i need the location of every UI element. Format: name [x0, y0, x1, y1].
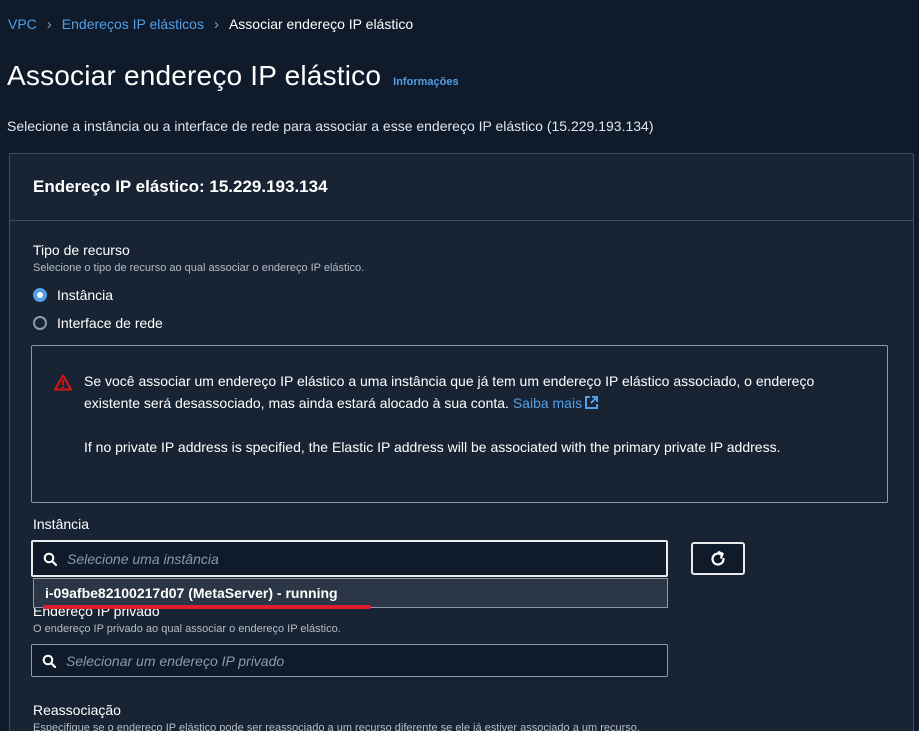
instance-dropdown: i-09afbe82100217d07 (MetaServer) - runni… [33, 578, 668, 609]
instance-search-input[interactable] [67, 550, 567, 567]
breadcrumb-current: Associar endereço IP elástico [228, 16, 414, 32]
instance-option-label: i-09afbe82100217d07 (MetaServer) - runni… [45, 585, 338, 601]
breadcrumb-vpc-link[interactable]: VPC [8, 16, 37, 32]
external-link-icon[interactable] [584, 395, 599, 410]
radio-network-interface[interactable]: Interface de rede [33, 315, 163, 331]
radio-network-interface-label: Interface de rede [57, 315, 163, 331]
alert-paragraph-2: If no private IP address is specified, t… [84, 439, 781, 455]
warning-alert: Se você associar um endereço IP elástico… [31, 345, 888, 503]
radio-unchecked-icon[interactable] [33, 316, 47, 330]
resource-type-description: Selecione o tipo de recurso ao qual asso… [33, 262, 365, 274]
warning-icon [54, 374, 72, 391]
chevron-right-icon: › [46, 15, 52, 33]
reassociation-description: Especifique se o endereço IP elástico po… [33, 722, 640, 731]
refresh-icon [711, 550, 725, 566]
alert-paragraph-1: Se você associar um endereço IP elástico… [84, 370, 864, 414]
learn-more-link[interactable]: Saiba mais [513, 395, 582, 411]
refresh-button[interactable] [691, 542, 745, 575]
resource-type-label: Tipo de recurso [33, 242, 130, 258]
container-title: Endereço IP elástico: 15.229.193.134 [33, 177, 328, 196]
private-ip-field[interactable] [31, 644, 668, 677]
breadcrumb: VPC › Endereços IP elásticos › Associar … [8, 15, 413, 33]
page-title: Associar endereço IP elástico [7, 60, 382, 91]
instance-label: Instância [33, 516, 90, 532]
red-underline-annotation [43, 605, 371, 609]
alert-body: Se você associar um endereço IP elástico… [84, 370, 864, 458]
instance-search-field[interactable] [31, 540, 668, 577]
instance-option[interactable]: i-09afbe82100217d07 (MetaServer) - runni… [43, 585, 371, 609]
reassociation-label: Reassociação [33, 702, 121, 718]
radio-instance-label: Instância [57, 287, 114, 303]
search-icon [42, 654, 56, 668]
breadcrumb-elastic-ips-link[interactable]: Endereços IP elásticos [62, 16, 204, 32]
chevron-right-icon: › [213, 15, 219, 33]
private-ip-description: O endereço IP privado ao qual associar o… [33, 623, 341, 635]
page-header: Associar endereço IP elástico Informaçõe… [7, 60, 459, 92]
container-header: Endereço IP elástico: 15.229.193.134 [10, 154, 913, 221]
elastic-ip-container: Endereço IP elástico: 15.229.193.134 Tip… [9, 153, 914, 731]
page: VPC › Endereços IP elásticos › Associar … [0, 0, 919, 731]
radio-checked-icon[interactable] [33, 288, 47, 302]
alert-message: Se você associar um endereço IP elástico… [84, 373, 815, 411]
radio-instance[interactable]: Instância [33, 287, 113, 303]
private-ip-input[interactable] [66, 652, 566, 669]
page-description: Selecione a instância ou a interface de … [7, 118, 654, 134]
info-link[interactable]: Informações [393, 76, 458, 88]
search-icon [43, 552, 57, 566]
